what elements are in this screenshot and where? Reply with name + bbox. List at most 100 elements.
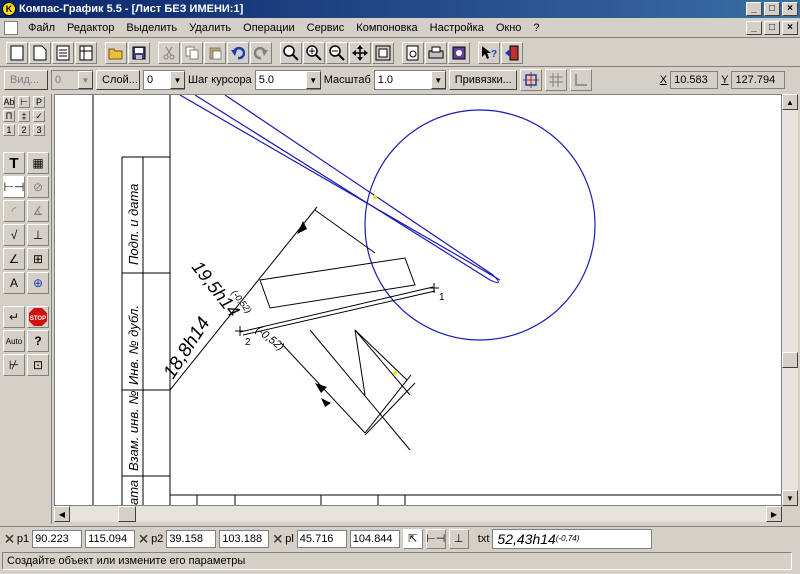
menu-editor[interactable]: Редактор: [61, 22, 120, 34]
panel-pi-tab[interactable]: П: [3, 110, 15, 122]
horizontal-scroll-thumb[interactable]: [118, 506, 136, 522]
view-select[interactable]: 0 ▼: [51, 70, 93, 90]
panel-3-tab[interactable]: 3: [33, 124, 45, 136]
measured-line-a[interactable]: [239, 286, 434, 333]
radial-dimension-button[interactable]: ◜: [3, 200, 25, 222]
panel-color-tab[interactable]: ✓: [33, 110, 45, 122]
undo-button[interactable]: [227, 41, 249, 64]
save-button[interactable]: [128, 41, 150, 64]
panel-p-tab[interactable]: P: [33, 96, 45, 108]
3d-button[interactable]: [448, 41, 470, 64]
point-1-marker[interactable]: [429, 283, 439, 293]
cursor-step-select[interactable]: 5.0 ▼: [254, 70, 321, 90]
menu-service[interactable]: Сервис: [301, 22, 351, 34]
horizontal-scrollbar[interactable]: ◀ ▶: [54, 506, 782, 522]
layer-button[interactable]: Слой...: [96, 70, 140, 90]
redo-button[interactable]: [250, 41, 272, 64]
p2-label[interactable]: ⨯ p2: [138, 531, 163, 547]
menu-select[interactable]: Выделить: [120, 22, 183, 34]
print-preview-button[interactable]: [402, 41, 424, 64]
scale-select[interactable]: 1.0 ▼: [373, 70, 446, 90]
pl-x-field[interactable]: 45.716: [296, 529, 347, 548]
position-mark-button[interactable]: A: [3, 272, 25, 294]
p1-y-field[interactable]: 115.094: [85, 529, 136, 548]
menu-delete[interactable]: Удалить: [183, 22, 237, 34]
copy-button[interactable]: [181, 41, 203, 64]
help-button[interactable]: ?: [27, 330, 49, 352]
new-fragment-button[interactable]: [29, 41, 51, 64]
p2-y-field[interactable]: 103.188: [219, 529, 270, 548]
exit-button[interactable]: [501, 41, 523, 64]
doc-restore-button[interactable]: □: [764, 21, 780, 35]
drawing-canvas[interactable]: Подп. и дата Инв. № дубл. Взам. инв. № а…: [54, 94, 782, 506]
angular-dimension-button[interactable]: ∡: [27, 200, 49, 222]
close-button[interactable]: ×: [782, 2, 798, 16]
layer-select[interactable]: 0 ▼: [143, 70, 185, 90]
leader-button[interactable]: ∠: [3, 248, 25, 270]
print-button[interactable]: [425, 41, 447, 64]
view-button[interactable]: Вид...: [4, 70, 48, 90]
snaps-button[interactable]: Привязки...: [448, 70, 517, 90]
vertical-scroll-thumb[interactable]: [782, 352, 798, 368]
text-tool-button[interactable]: T: [3, 152, 25, 174]
stop-button[interactable]: STOP: [27, 306, 49, 328]
minimize-button[interactable]: _: [746, 2, 762, 16]
p1-label[interactable]: ⨯ p1: [4, 531, 29, 547]
new-spec-button[interactable]: [75, 41, 97, 64]
menu-window[interactable]: Окно: [490, 22, 528, 34]
pl-y-field[interactable]: 104.844: [349, 529, 400, 548]
base-button[interactable]: ⊥: [27, 224, 49, 246]
enter-button[interactable]: ↵: [3, 306, 25, 328]
snap-toggle-button[interactable]: [519, 69, 542, 91]
circle-shape[interactable]: [364, 109, 596, 341]
p1-x-field[interactable]: 90.223: [32, 529, 83, 548]
dimension-edit-button[interactable]: ⊬: [3, 354, 25, 376]
dimension-type-button[interactable]: ⇱: [402, 528, 423, 549]
pan-button[interactable]: [349, 41, 371, 64]
horizontal-dim-button[interactable]: ⊢⊣: [425, 528, 446, 549]
grid-button[interactable]: [544, 69, 567, 91]
panel-2-tab[interactable]: 2: [18, 124, 30, 136]
zoom-in-button[interactable]: [303, 41, 325, 64]
scroll-right-button[interactable]: ▶: [766, 506, 782, 522]
zoom-frame-button[interactable]: [280, 41, 302, 64]
linear-dimension-button[interactable]: ⊢⊣: [3, 176, 25, 198]
panel-text-tab[interactable]: Ab: [3, 96, 15, 108]
doc-minimize-button[interactable]: _: [746, 21, 762, 35]
ortho-button[interactable]: [569, 69, 592, 91]
vertical-scrollbar[interactable]: ▲ ▼: [782, 94, 798, 506]
panel-1-tab[interactable]: 1: [3, 124, 15, 136]
fragment-button[interactable]: ⊡: [27, 354, 49, 376]
menu-operations[interactable]: Операции: [237, 22, 300, 34]
tolerance-button[interactable]: ⊞: [27, 248, 49, 270]
new-sheet-button[interactable]: [6, 41, 28, 64]
doc-close-button[interactable]: ×: [782, 21, 798, 35]
ellipse-lower-edge[interactable]: [194, 95, 499, 284]
pl-label[interactable]: ⨯ pl: [272, 531, 293, 547]
menu-settings[interactable]: Настройка: [424, 22, 490, 34]
ellipse-upper-edge[interactable]: [179, 95, 501, 281]
p2-x-field[interactable]: 39.158: [166, 529, 217, 548]
cut-button[interactable]: [158, 41, 180, 64]
dimension-text-field[interactable]: 52,43h14 (-0,74): [492, 528, 653, 549]
panel-hatch-tab[interactable]: ‡: [18, 110, 30, 122]
auto-button[interactable]: Auto: [3, 330, 25, 352]
new-text-doc-button[interactable]: [52, 41, 74, 64]
dim2-text[interactable]: 18,8h14: [160, 314, 215, 383]
menu-help[interactable]: ?: [527, 22, 545, 34]
context-help-button[interactable]: ?: [478, 41, 500, 64]
scroll-down-button[interactable]: ▼: [782, 490, 798, 506]
panel-dimension-tab[interactable]: ⊢: [18, 96, 30, 108]
roughness-button[interactable]: √: [3, 224, 25, 246]
paste-button[interactable]: [204, 41, 226, 64]
open-button[interactable]: [105, 41, 127, 64]
vertical-dim-button[interactable]: ⊥: [448, 528, 469, 549]
scroll-up-button[interactable]: ▲: [782, 94, 798, 110]
maximize-button[interactable]: □: [764, 2, 780, 16]
table-tool-button[interactable]: ▦: [27, 152, 49, 174]
zoom-out-button[interactable]: [326, 41, 348, 64]
scroll-left-button[interactable]: ◀: [54, 506, 70, 522]
zoom-all-button[interactable]: [372, 41, 394, 64]
menu-file[interactable]: Файл: [22, 22, 61, 34]
kompas-app-icon[interactable]: K: [2, 2, 16, 16]
